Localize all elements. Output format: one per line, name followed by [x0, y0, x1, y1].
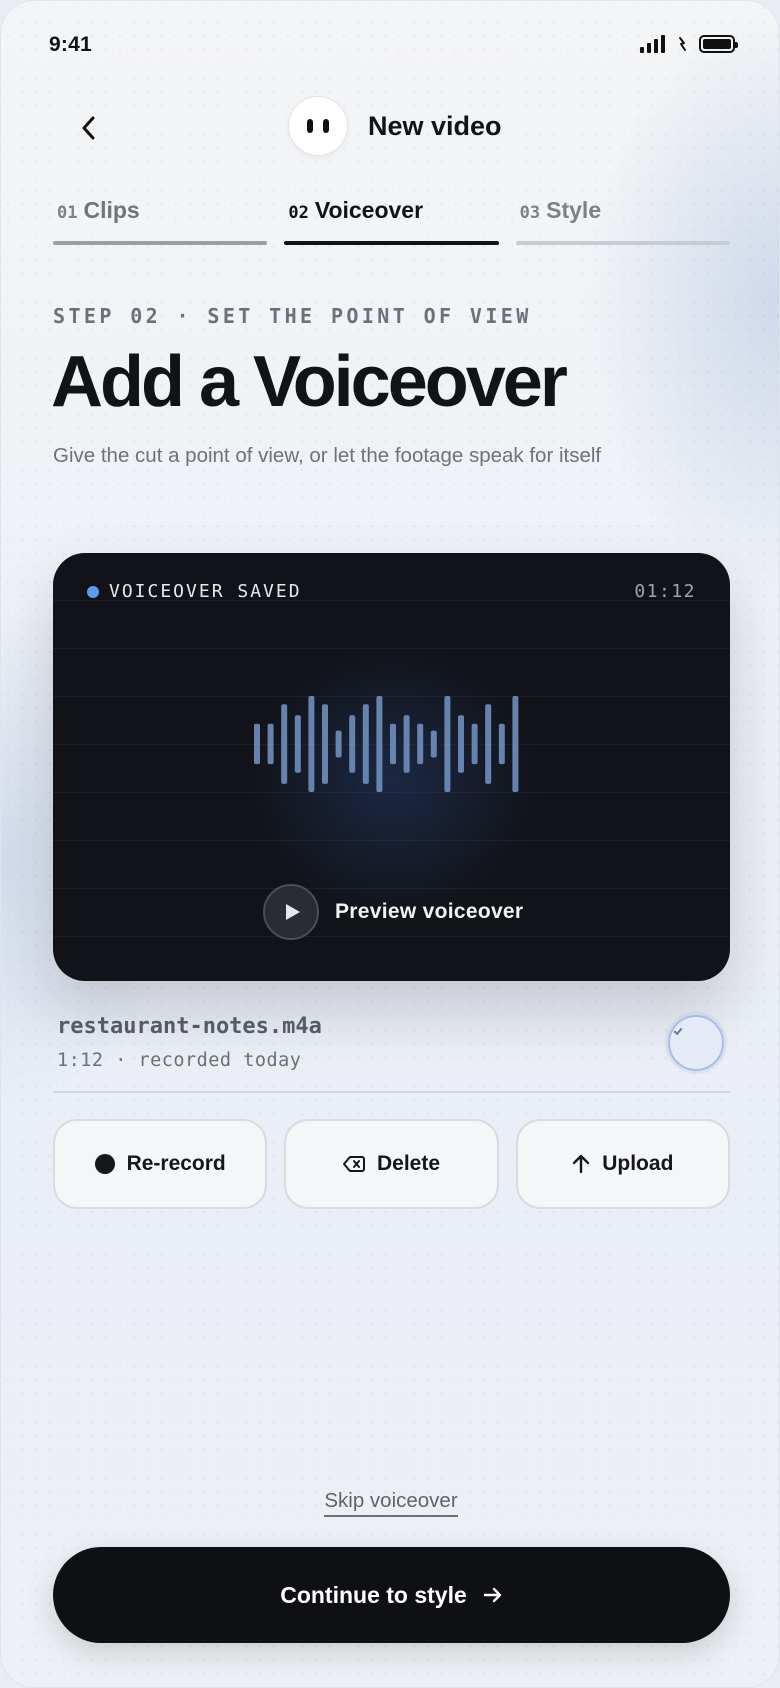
play-icon[interactable]	[263, 884, 319, 940]
continue-label: Continue to style	[280, 1581, 467, 1608]
rerecord-label: Re-record	[126, 1152, 226, 1175]
app-screen: 9:41 New video 01 Clips 02 Voiceover 03 Sty…	[0, 0, 780, 1688]
arrow-up-icon	[573, 1154, 590, 1174]
backspace-icon	[342, 1156, 365, 1172]
delete-button[interactable]: Delete	[284, 1119, 499, 1209]
page-title: Add a Voiceover	[51, 342, 568, 422]
waveform-bar	[417, 723, 424, 765]
voiceover-actions: Re-record Delete Upload	[53, 1119, 730, 1209]
check-circle-icon[interactable]	[668, 1015, 724, 1071]
voiceover-card: VOICEOVER SAVED 01:12 Preview voiceover	[53, 553, 730, 981]
waveform-bar	[294, 715, 301, 773]
arrow-right-icon	[483, 1587, 501, 1603]
tab-number: 03	[519, 203, 541, 223]
step-label: STEP 02 · SET THE POINT OF VIEW	[53, 304, 532, 328]
signal-icon	[640, 35, 665, 53]
page-subtitle: Give the cut a point of view, or let the…	[53, 444, 602, 467]
delete-label: Delete	[376, 1152, 440, 1175]
charging-icon	[679, 37, 686, 51]
tab-style[interactable]: 03 Style	[515, 197, 730, 247]
skip-voiceover-link-wrap: Skip voiceover	[1, 1489, 779, 1517]
tab-label: Style	[546, 197, 602, 223]
divider	[53, 1091, 730, 1093]
tab-number: 01	[57, 203, 78, 223]
tab-label: Clips	[83, 197, 140, 223]
preview-voiceover-label: Preview voiceover	[335, 900, 524, 923]
waveform-bar	[349, 715, 356, 773]
chevron-left-icon	[82, 116, 95, 140]
tab-progress-bar	[515, 241, 730, 245]
file-name: restaurant-notes.m4a	[57, 1014, 322, 1039]
waveform-bar	[308, 696, 315, 792]
tab-number: 02	[288, 203, 309, 223]
waveform-bar	[512, 696, 519, 792]
waveform-bar	[322, 704, 328, 784]
app-logo-avatar	[288, 96, 348, 156]
tab-label: Voiceover	[314, 197, 424, 223]
waveform-bar	[498, 723, 505, 765]
status-time: 9:41	[49, 33, 92, 56]
file-meta: 1:12 · recorded today	[57, 1050, 302, 1071]
step-tabs: 01 Clips 02 Voiceover 03 Style	[53, 197, 730, 247]
waveform-bar	[458, 715, 464, 773]
waveform-bar	[444, 696, 451, 792]
waveform-bar	[471, 723, 478, 765]
tab-progress-bar	[284, 241, 499, 245]
upload-label: Upload	[602, 1152, 674, 1175]
waveform-bar	[281, 704, 288, 784]
back-button[interactable]	[63, 103, 113, 153]
page-header-title: New video	[368, 111, 502, 141]
battery-icon	[699, 35, 738, 53]
waveform-bar	[485, 704, 492, 784]
waveform-bar	[362, 704, 369, 784]
waveform-bar	[335, 730, 342, 758]
waveform-bar	[267, 723, 274, 765]
tab-voiceover[interactable]: 02 Voiceover	[284, 197, 499, 247]
upload-button[interactable]: Upload	[515, 1119, 730, 1209]
preview-voiceover-button[interactable]: Preview voiceover	[263, 884, 523, 940]
waveform-bar	[376, 696, 383, 792]
continue-to-style-button[interactable]: Continue to style	[53, 1547, 730, 1643]
tab-progress-bar	[53, 241, 268, 245]
tab-clips[interactable]: 01 Clips	[53, 197, 268, 247]
waveform-bar	[430, 730, 437, 758]
waveform-bar	[254, 723, 260, 765]
waveform-bar	[390, 723, 396, 765]
status-icons	[640, 35, 738, 53]
skip-voiceover-link[interactable]: Skip voiceover	[324, 1489, 458, 1517]
rerecord-button[interactable]: Re-record	[53, 1119, 268, 1209]
record-icon	[94, 1154, 115, 1174]
waveform-bar	[403, 715, 410, 773]
